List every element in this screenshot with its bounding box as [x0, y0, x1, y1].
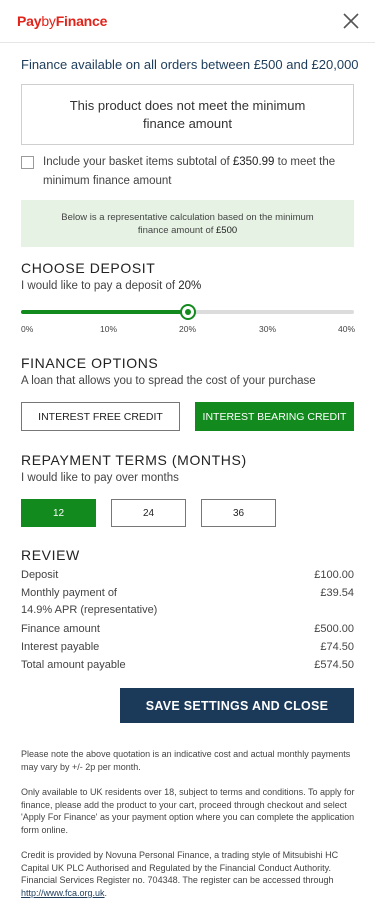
modal-header: PaybyFinance [0, 0, 375, 43]
include-basket-label[interactable]: Include your basket items subtotal of £3… [43, 153, 358, 191]
minimum-finance-amount: £500 [216, 224, 238, 236]
review-interest-row: Interest payable £74.50 [21, 641, 354, 653]
review-interest-value: £74.50 [320, 641, 354, 653]
review-finance-amount-row: Finance amount £500.00 [21, 623, 354, 635]
close-icon[interactable] [341, 11, 361, 31]
review-finance-amount-value: £500.00 [314, 623, 354, 635]
deposit-slider[interactable] [21, 304, 354, 320]
repayment-terms-description: I would like to pay over months [21, 472, 179, 484]
deposit-tick-20: 20% [179, 324, 197, 334]
choose-deposit-title: CHOOSE DEPOSIT [21, 260, 156, 276]
deposit-description: I would like to pay a deposit of 20% [21, 280, 202, 292]
deposit-slider-fill [21, 310, 188, 314]
fca-register-link[interactable]: http://www.fca.org.uk [21, 888, 105, 898]
repayment-terms-title: REPAYMENT TERMS (MONTHS) [21, 452, 247, 468]
review-monthly-row: Monthly payment of £39.54 [21, 587, 354, 599]
review-deposit-value: £100.00 [314, 569, 354, 581]
review-monthly-value: £39.54 [320, 587, 354, 599]
credit-provider-note: Credit is provided by Novuna Personal Fi… [21, 850, 339, 898]
logo-pay: Pay [17, 13, 42, 29]
interest-free-credit-button[interactable]: INTEREST FREE CREDIT [21, 402, 180, 431]
logo-finance: Finance [55, 13, 108, 29]
include-basket-checkbox[interactable] [21, 156, 34, 169]
review-deposit-row: Deposit £100.00 [21, 569, 354, 581]
availability-note: Only available to UK residents over 18, … [21, 787, 355, 835]
deposit-tick-30: 30% [259, 324, 277, 334]
term-24-months-button[interactable]: 24 [111, 499, 186, 527]
review-total-row: Total amount payable £574.50 [21, 659, 354, 671]
basket-subtotal: £350.99 [232, 156, 275, 168]
review-apr-row: 14.9% APR (representative) [21, 604, 158, 616]
deposit-tick-40: 40% [338, 324, 356, 334]
payby-finance-logo: PaybyFinance [17, 13, 107, 29]
deposit-slider-handle[interactable] [179, 304, 196, 320]
max-order-amount: £20,000 [311, 57, 359, 72]
min-order-amount: £500 [253, 57, 283, 72]
term-36-months-button[interactable]: 36 [201, 499, 276, 527]
term-12-months-button[interactable]: 12 [21, 499, 96, 527]
finance-availability-text: Finance available on all orders between … [21, 57, 359, 72]
minimum-amount-warning: This product does not meet the minimum f… [21, 84, 354, 145]
logo-by: by [41, 13, 56, 29]
deposit-tick-10: 10% [100, 324, 118, 334]
finance-options-title: FINANCE OPTIONS [21, 355, 159, 371]
save-settings-button[interactable]: SAVE SETTINGS AND CLOSE [120, 688, 354, 723]
deposit-tick-0: 0% [21, 324, 34, 334]
finance-options-description: A loan that allows you to spread the cos… [21, 375, 316, 387]
deposit-value: 20% [178, 280, 202, 292]
review-total-value: £574.50 [314, 659, 354, 671]
quotation-note: Please note the above quotation is an in… [21, 749, 351, 772]
representative-calculation-notice: Below is a representative calculation ba… [21, 200, 354, 247]
review-title: REVIEW [21, 547, 80, 563]
interest-bearing-credit-button[interactable]: INTEREST BEARING CREDIT [195, 402, 354, 431]
